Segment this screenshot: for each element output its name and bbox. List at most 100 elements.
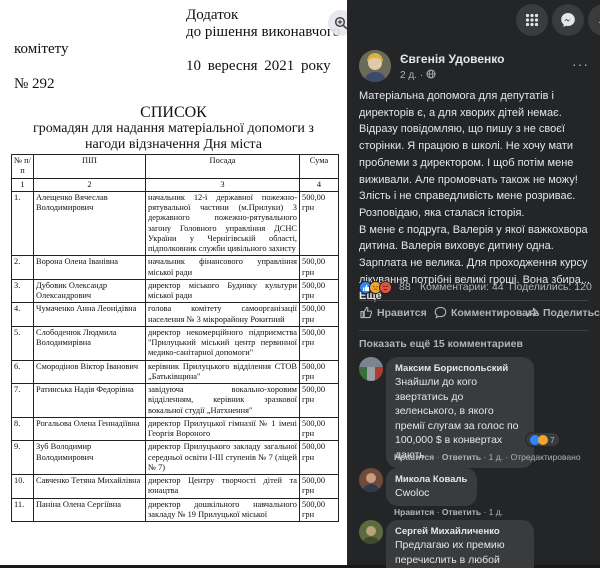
table-row: 11. Паніна Олена Сергіївна директор дошкіл…: [11, 497, 339, 522]
table-number-row: 1 2 3 4: [11, 177, 339, 192]
row-number: 8.: [11, 416, 34, 442]
author-name[interactable]: Євгенія Удовенко: [400, 52, 504, 66]
row-position: керівник Прилуцького відділення СТОВ „Ба…: [145, 359, 300, 384]
row-sum: 500,00 грн: [299, 440, 339, 475]
col-number: 2: [33, 177, 146, 192]
globe-icon: [426, 69, 436, 79]
more-options-icon[interactable]: ···: [572, 56, 589, 72]
comment-text: Предлагаю их премию перечислить в любой: [395, 539, 505, 566]
avatar[interactable]: [359, 50, 391, 82]
notifications-button[interactable]: [588, 4, 600, 36]
reactions-count[interactable]: 88: [399, 281, 411, 293]
doc-annex-line2: до рішення виконавчого: [186, 24, 341, 40]
row-number: 5.: [11, 325, 34, 361]
comment-author[interactable]: Максим Бориспольский: [395, 362, 525, 375]
zoom-in-icon: [334, 16, 347, 30]
table-row: 5. Слободенюк Людмила Володимирівна директ…: [11, 325, 339, 361]
row-name: Зуб Володимир Володимирович: [33, 440, 146, 475]
avatar-image: [359, 520, 383, 544]
row-name: Ратинська Надія Федорівна: [33, 383, 146, 418]
menu-button[interactable]: [516, 4, 548, 36]
comment-author[interactable]: Сергей Михайличенко: [395, 525, 525, 538]
row-name: Савченко Тетяна Михайлівна: [33, 474, 146, 499]
share-icon: [526, 307, 539, 318]
thumbs-up-icon: [360, 306, 373, 319]
table-row: 3. Дубовик Олександр Олександрович директо…: [11, 278, 339, 304]
row-name: Ворона Олена Іванівна: [33, 255, 146, 280]
row-number: 11.: [11, 497, 34, 522]
row-position: начальник фінансового управління міської…: [145, 255, 300, 280]
comment-time[interactable]: 1 д.: [489, 507, 503, 517]
table-row: 6. Смородінов Віктор Іванович керівник При…: [11, 359, 339, 384]
comment-icon: [434, 306, 447, 319]
table-header-row: № п/п ПІП Посада Сума: [11, 154, 339, 179]
aid-list-table: № п/п ПІП Посада Сума 1 2 3 4 1. Алещенко…: [11, 154, 339, 522]
avatar[interactable]: [359, 468, 383, 492]
row-number: 6.: [11, 359, 34, 384]
divider: [359, 300, 588, 301]
row-name: Паніна Олена Сергіївна: [33, 497, 146, 522]
avatar[interactable]: [359, 520, 383, 544]
doc-annex-line1: Додаток: [186, 7, 239, 23]
comment-reactions-count: 7: [550, 434, 555, 445]
comment-author[interactable]: Микола Коваль: [395, 473, 468, 486]
angry-reaction-icon: [379, 281, 392, 294]
row-name: Слободенюк Людмила Володимирівна: [33, 325, 146, 361]
row-sum: 500,00 грн: [299, 474, 339, 499]
post-time[interactable]: 2 д.: [400, 70, 417, 81]
avatar-image: [359, 468, 383, 492]
top-bar: [347, 0, 600, 40]
row-position: завідуюча вокально-хоровим відділенням, …: [145, 383, 300, 418]
row-name: Смородінов Віктор Іванович: [33, 359, 146, 384]
haha-reaction-icon: [538, 434, 548, 445]
comment-footer: Нравится · Ответить · 1 д. · Отредактиро…: [394, 452, 581, 462]
share-button[interactable]: Поделиться: [526, 306, 600, 319]
comment-reply-link[interactable]: Ответить: [442, 507, 481, 517]
doc-date: 10 вересня 2021 року: [186, 58, 331, 74]
messenger-button[interactable]: [552, 4, 584, 36]
comment-reactions[interactable]: 7: [525, 432, 560, 447]
divider: [359, 330, 588, 331]
row-position: директор Прилуцької гімназії № 1 імені Г…: [145, 416, 300, 442]
row-position: директор дошкільного навчального закладу…: [145, 497, 300, 522]
doc-number: № 292: [14, 76, 55, 92]
row-position: директор некомерційного підприємства "Пр…: [145, 325, 300, 361]
zoom-in-button[interactable]: [328, 10, 347, 36]
comment-like-link[interactable]: Нравится: [394, 452, 434, 462]
shares-count[interactable]: Поделились: 120: [509, 281, 592, 293]
comment-reply-link[interactable]: Ответить: [442, 452, 481, 462]
messenger-icon: [561, 13, 575, 27]
row-sum: 500,00 грн: [299, 302, 339, 327]
avatar-image: [359, 357, 383, 381]
avatar[interactable]: [359, 357, 383, 381]
row-sum: 500,00 грн: [299, 190, 339, 257]
doc-subtitle-line2: нагоди відзначення Дня міста: [85, 137, 262, 152]
col-header-name: ПІП: [33, 154, 146, 179]
comment-button[interactable]: Комментировать: [434, 306, 540, 319]
post-paragraph-1: Матеріальна допомога для депутатів і дир…: [359, 90, 578, 219]
row-position: голова комітету самоорганізації населенн…: [145, 302, 300, 327]
row-position: директор міського Будинку культури міськ…: [145, 278, 300, 304]
post-meta: 2 д. ·: [400, 69, 436, 81]
post-paragraph-2: В мене є подруга, Валерія у якої важкохв…: [359, 223, 591, 286]
comments-count[interactable]: Комментарии: 44: [420, 281, 504, 293]
show-more-comments-link[interactable]: Показать ещё 15 комментариев: [359, 338, 523, 350]
row-name: Дубовик Олександр Олександрович: [33, 278, 146, 304]
table-row: 2. Ворона Олена Іванівна начальник фінансо…: [11, 255, 339, 280]
comment-text: Cwoloc: [395, 487, 430, 499]
comment-like-link[interactable]: Нравится: [394, 507, 434, 517]
comment-time[interactable]: 1 д.: [489, 452, 503, 462]
post-actions: Нравится Комментировать Поделиться: [347, 304, 600, 328]
like-button[interactable]: Нравится: [360, 306, 427, 319]
comment-text: Знайшли до кого звертатись до зеленськог…: [395, 376, 519, 461]
doc-subtitle-line1: громадян для надання матеріальної допомо…: [33, 121, 314, 136]
row-sum: 500,00 грн: [299, 497, 339, 522]
comment-footer: Нравится · Ответить · 1 д.: [394, 507, 504, 517]
table-row: 1. Алещенко Вячеслав Володимирович начальн…: [11, 190, 339, 257]
avatar-image: [359, 50, 391, 82]
reaction-stats: 88 Комментарии: 44 Поделились: 120: [359, 280, 595, 296]
comment-bubble: Сергей Михайличенко Предлагаю их премию …: [386, 520, 534, 568]
doc-annex-line3: комітету: [14, 41, 69, 57]
post-text: Матеріальна допомога для депутатів і дир…: [359, 88, 591, 305]
row-name: Рогальова Олена Геннадіївна: [33, 416, 146, 442]
